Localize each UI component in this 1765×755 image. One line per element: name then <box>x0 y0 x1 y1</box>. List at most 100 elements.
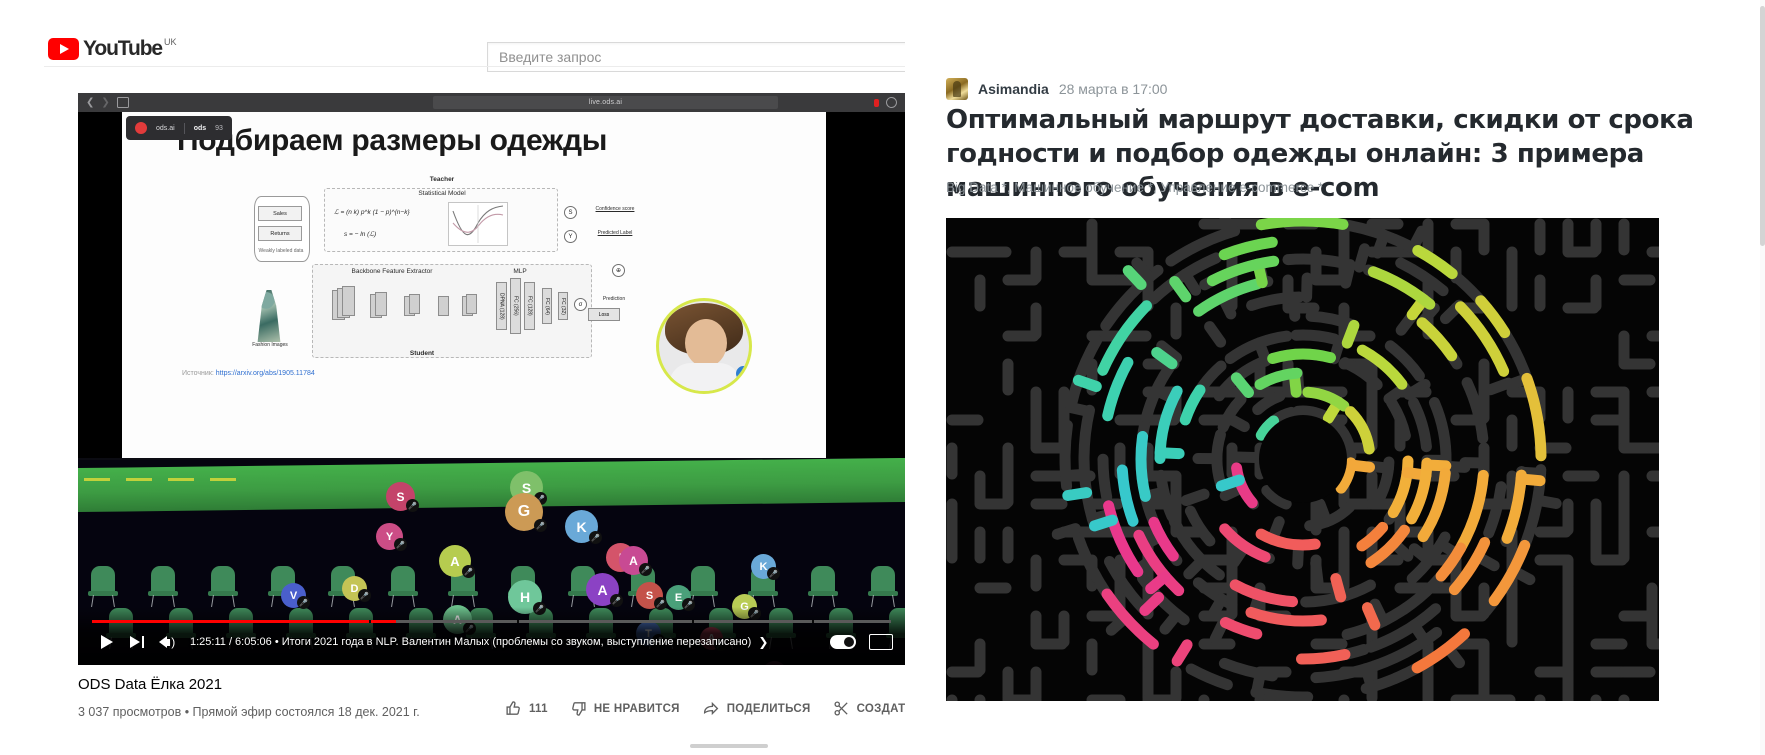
bottom-handle <box>690 744 768 748</box>
maze-arc <box>1078 404 1095 463</box>
chevron-right-icon: ❯ <box>101 96 110 108</box>
search-input[interactable]: Введите запрос <box>487 42 905 72</box>
article-meta: Asimandia 28 марта в 17:00 <box>946 78 1167 100</box>
screen-share-tab-pill: ods.ai ods 93 <box>126 116 232 140</box>
room-avatar[interactable]: K 🎤 <box>565 510 602 544</box>
tab-separator <box>183 122 185 134</box>
maze-spoke <box>1345 459 1375 473</box>
stage-stripe <box>210 478 236 481</box>
video-player[interactable]: ❮ ❯ live.ods.ai Подбираем размеры одежды… <box>78 93 905 665</box>
action-label: НЕ НРАВИТСЯ <box>593 702 680 715</box>
diagram-output-node: σ <box>574 298 587 311</box>
slide-source: Источник: https://arxiv.org/abs/1905.117… <box>182 370 315 377</box>
video-title: ODS Data Ёлка 2021 <box>78 676 223 693</box>
avatar-mic-icon: 🎤 <box>462 565 475 578</box>
maze-arc <box>1483 481 1507 539</box>
next-button[interactable] <box>122 629 152 655</box>
room-avatar[interactable]: D 🎤 <box>342 576 371 602</box>
browser-url-bar: live.ods.ai <box>433 96 778 109</box>
progress-bar[interactable] <box>92 620 891 623</box>
avatar-mic-icon: 🎤 <box>610 594 623 607</box>
youtube-header: YouTube UK Введите запрос <box>0 0 905 72</box>
diagram-mlp-label: MLP <box>513 268 527 275</box>
maze-spoke <box>1330 573 1347 603</box>
volume-icon: ) <box>158 636 175 648</box>
page-scrollbar[interactable] <box>1760 0 1765 755</box>
maze-spoke <box>1310 557 1324 588</box>
browser-url-text: live.ods.ai <box>588 99 623 106</box>
room-seat <box>868 566 898 608</box>
next-track-icon <box>130 636 144 648</box>
maze-arc <box>1305 310 1358 330</box>
author-avatar[interactable] <box>946 78 968 100</box>
maze-spoke <box>1089 514 1118 532</box>
maze-center <box>1259 415 1347 503</box>
diagram-fashion-image <box>257 290 281 342</box>
play-button[interactable] <box>92 629 122 655</box>
maze-spoke <box>1515 473 1546 487</box>
article-hero-image <box>946 218 1659 701</box>
maze-arc <box>1185 663 1233 691</box>
captions-icon[interactable] <box>869 634 893 650</box>
diagram-teacher-label: Teacher <box>429 176 455 183</box>
room-avatar[interactable]: A🎤 <box>439 545 475 578</box>
slide-source-link[interactable]: https://arxiv.org/abs/1905.11784 <box>216 370 315 377</box>
volume-button[interactable]: ) <box>152 629 182 655</box>
shared-screen-browser-chrome: ❮ ❯ live.ods.ai <box>78 93 905 112</box>
play-icon <box>101 635 113 649</box>
autoplay-toggle[interactable] <box>830 635 856 649</box>
maze-spoke <box>1230 451 1261 463</box>
room-avatar[interactable]: G🎤 <box>505 493 547 532</box>
chevron-right-icon[interactable]: ❯ <box>758 635 768 649</box>
chapter-title: Итоги 2021 года в NLP. Валентин Малых (п… <box>281 636 752 648</box>
maze-spoke <box>1301 272 1313 303</box>
tab-label-right: ods <box>193 124 207 132</box>
maze-spoke <box>1072 374 1102 392</box>
maze-arc <box>1296 649 1351 665</box>
maze-spoke <box>1353 243 1371 273</box>
microphone-icon: 🎤 <box>736 366 749 381</box>
maze-arc <box>1218 236 1278 261</box>
room-avatar[interactable]: A🎤 <box>586 573 623 607</box>
room-avatar[interactable]: S 🎤 <box>386 482 419 512</box>
video-action-thumbs-down[interactable]: НЕ НРАВИТСЯ <box>570 700 680 717</box>
room-avatar[interactable]: S 🎤 <box>636 582 667 610</box>
diagram-teacher-box <box>324 188 558 252</box>
diagram-output-y: Y <box>564 230 577 243</box>
room-avatar[interactable]: Y 🎤 <box>376 523 407 551</box>
avatar-mic-icon: 🎤 <box>394 538 407 551</box>
diagram-output-s: S <box>564 206 577 219</box>
room-avatar[interactable]: K 🎤 <box>751 554 780 580</box>
maze-arc <box>1116 464 1139 527</box>
maze-arc <box>1250 686 1314 701</box>
youtube-logo[interactable]: YouTube UK <box>48 38 177 60</box>
maze-arc <box>1428 397 1452 468</box>
diagram-fc-layer: DPNA (128) <box>496 282 507 330</box>
presenter-camera[interactable]: 🎤 <box>656 298 752 394</box>
action-label: СОЗДАТЬ КЛ <box>856 702 905 715</box>
room-avatar[interactable]: V 🎤 <box>281 583 310 609</box>
scrollbar-thumb[interactable] <box>1760 6 1765 246</box>
slide-title: Подбираем размеры одежды <box>177 124 608 157</box>
camera-face <box>685 319 727 367</box>
time-current-total: 1:25:11 / 6:05:06 <box>190 636 272 648</box>
video-action-row: 111 НЕ НРАВИТСЯ ПОДЕЛИТЬСЯ СОЗДАТЬ КЛ <box>505 700 905 717</box>
avatar-mic-icon: 🎤 <box>534 519 547 532</box>
video-action-scissors[interactable]: СОЗДАТЬ КЛ <box>833 700 905 717</box>
page-root: YouTube UK Введите запрос ❮ ❯ live.ods.a… <box>0 0 1765 755</box>
article-date: 28 марта в 17:00 <box>1058 81 1168 97</box>
avatar-mic-icon: 🎤 <box>358 589 371 602</box>
maze-spoke <box>1361 602 1381 631</box>
video-action-share[interactable]: ПОДЕЛИТЬСЯ <box>702 700 811 717</box>
diagram-formula-1: ℒ = (n k) p^k (1 − p)^{n−k} <box>334 209 410 216</box>
sidebar-toggle-icon <box>116 97 129 108</box>
stage-stripe <box>84 478 110 481</box>
diagram-conv-block <box>409 294 420 314</box>
article-tags[interactable]: Big Data *, Машинное обучение *, Управле… <box>946 180 1323 195</box>
share-icon <box>702 700 720 717</box>
room-avatar[interactable]: A🎤 <box>619 546 652 576</box>
diagram-sum-icon: ⊕ <box>612 264 625 277</box>
article-author[interactable]: Asimandia <box>978 81 1049 97</box>
video-action-thumbs-up[interactable]: 111 <box>505 700 548 717</box>
maze-arc <box>1097 453 1113 503</box>
